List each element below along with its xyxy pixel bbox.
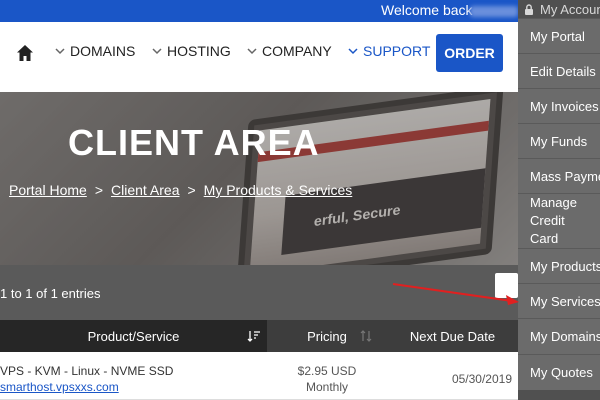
menu-item-edit-details[interactable]: Edit Details xyxy=(518,53,600,88)
price-amount: $2.95 USD xyxy=(297,364,357,378)
account-menu-header[interactable]: My Account xyxy=(518,0,600,18)
table-header: Product/Service Pricing Next Due Date xyxy=(0,320,518,352)
menu-item-my-domains[interactable]: My Domains xyxy=(518,318,600,354)
breadcrumb-products-services[interactable]: My Products & Services xyxy=(204,182,353,198)
column-product-service[interactable]: Product/Service xyxy=(0,320,267,352)
main-nav: DOMAINS HOSTING COMPANY SUPPORT ORDER xyxy=(0,22,600,92)
column-due-label: Next Due Date xyxy=(409,328,496,344)
nav-domains[interactable]: DOMAINS xyxy=(54,43,135,59)
nav-support[interactable]: SUPPORT xyxy=(347,43,430,59)
nav-domains-label: DOMAINS xyxy=(70,43,136,59)
column-pricing-label: Pricing xyxy=(307,328,347,344)
nav-support-label: SUPPORT xyxy=(363,43,431,59)
nav-company[interactable]: COMPANY xyxy=(246,43,332,59)
menu-item-my-invoices[interactable]: My Invoices xyxy=(518,88,600,123)
menu-item-my-portal[interactable]: My Portal xyxy=(518,18,600,53)
table-toolbar: 1 to 1 of 1 entries xyxy=(0,265,518,320)
menu-item-my-quotes[interactable]: My Quotes xyxy=(518,354,600,390)
table-search-input[interactable] xyxy=(495,273,518,298)
menu-item-mass-payment[interactable]: Mass Payment xyxy=(518,158,600,193)
product-name: VPS - KVM - Linux - NVME SSD xyxy=(0,364,174,378)
account-dropdown-menu: My Account My Portal Edit Details My Inv… xyxy=(518,0,600,400)
lock-icon xyxy=(525,3,533,15)
top-bar: Welcome back xyxy=(0,0,600,22)
sort-desc-icon[interactable] xyxy=(247,329,261,343)
page-title: CLIENT AREA xyxy=(68,122,320,163)
account-menu-title: My Account xyxy=(540,1,600,17)
chevron-down-icon xyxy=(152,48,162,55)
sort-icon[interactable] xyxy=(359,329,373,343)
order-button[interactable]: ORDER xyxy=(436,34,503,72)
welcome-text: Welcome back xyxy=(381,2,473,18)
home-icon[interactable] xyxy=(16,44,34,62)
username-redacted xyxy=(470,6,518,17)
menu-item-my-products[interactable]: My Products xyxy=(518,248,600,283)
billing-cycle: Monthly xyxy=(305,380,349,394)
hero-overlay xyxy=(0,92,600,265)
entries-info: 1 to 1 of 1 entries xyxy=(0,286,101,301)
menu-item-my-funds[interactable]: My Funds xyxy=(518,123,600,158)
table-row[interactable]: VPS - KVM - Linux - NVME SSD smarthost.v… xyxy=(0,352,518,400)
nav-company-label: COMPANY xyxy=(262,43,332,59)
breadcrumb-separator: > xyxy=(187,182,196,198)
hero-banner: erful, Secure CLIENT AREA Portal Home > … xyxy=(0,92,600,265)
chevron-down-icon xyxy=(247,48,257,55)
product-hostname-link[interactable]: smarthost.vpsxxs.com xyxy=(0,380,119,394)
nav-hosting-label: HOSTING xyxy=(167,43,231,59)
breadcrumb-portal-home[interactable]: Portal Home xyxy=(9,182,87,198)
chevron-down-icon xyxy=(55,48,65,55)
chevron-down-icon xyxy=(348,48,358,55)
nav-hosting[interactable]: HOSTING xyxy=(151,43,231,59)
column-pricing[interactable]: Pricing xyxy=(267,320,387,352)
breadcrumb: Portal Home > Client Area > My Products … xyxy=(9,182,352,198)
next-due-date: 05/30/2019 xyxy=(451,372,512,386)
breadcrumb-client-area[interactable]: Client Area xyxy=(111,182,179,198)
column-next-due-date[interactable]: Next Due Date xyxy=(387,320,518,352)
column-product-label: Product/Service xyxy=(87,328,180,344)
menu-item-my-services[interactable]: My Services xyxy=(518,283,600,318)
breadcrumb-separator: > xyxy=(94,182,103,198)
menu-item-manage-credit-card[interactable]: Manage Credit Card xyxy=(518,193,600,248)
